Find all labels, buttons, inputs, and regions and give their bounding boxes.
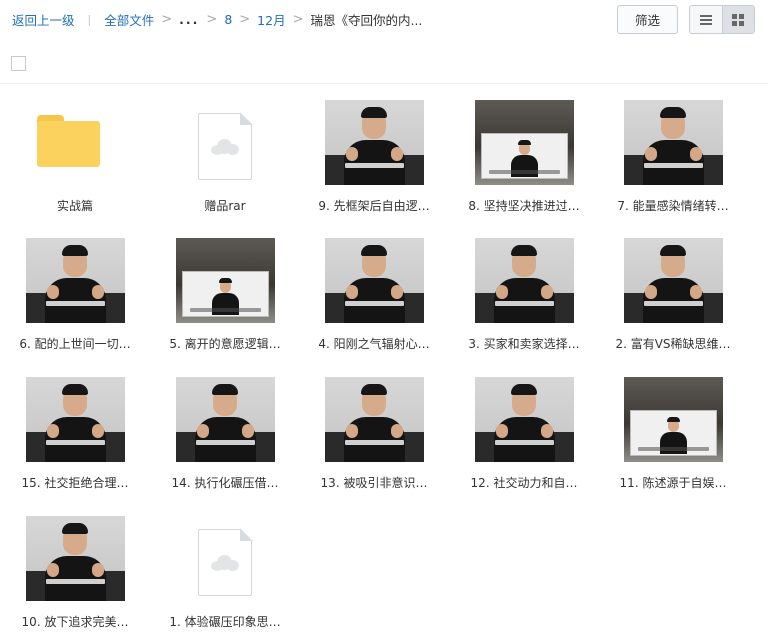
video-thumbnail — [176, 238, 275, 323]
cloud-icon — [211, 139, 239, 155]
file-item[interactable]: 8. 坚持坚决推进过… — [449, 86, 599, 216]
file-item[interactable]: 12. 社交动力和自… — [449, 363, 599, 493]
file-item[interactable]: 1. 体验碾压印象思… — [150, 502, 300, 632]
video-thumbnail — [325, 377, 424, 462]
file-name: 赠品rar — [204, 199, 246, 213]
cloud-icon — [211, 555, 239, 571]
select-all-checkbox[interactable] — [11, 56, 26, 71]
file-item[interactable]: 13. 被吸引非意识… — [299, 363, 449, 493]
file-item[interactable]: 实战篇 — [0, 86, 150, 216]
filter-button[interactable]: 筛选 — [617, 5, 678, 34]
grid-view-icon — [732, 13, 745, 26]
video-thumbnail — [26, 516, 125, 601]
top-bar: 返回上一级 | 全部文件 > ... > 8 > 12月 > 瑞恩《夺回你的内.… — [0, 0, 768, 38]
breadcrumb-ellipsis[interactable]: ... — [179, 12, 199, 27]
chevron-right-icon: > — [206, 12, 218, 27]
video-thumbnail — [624, 100, 723, 185]
video-thumbnail — [624, 377, 723, 462]
breadcrumb-level-1[interactable]: 8 — [224, 12, 232, 27]
breadcrumb-level-2[interactable]: 12月 — [257, 10, 285, 29]
view-toggle — [689, 5, 755, 34]
file-item[interactable]: 3. 买家和卖家选择… — [449, 224, 599, 354]
file-name: 7. 能量感染情绪转… — [617, 199, 729, 213]
file-name: 6. 配的上世间一切… — [19, 337, 131, 351]
file-name: 2. 富有VS稀缺思维… — [615, 337, 731, 351]
list-view-button[interactable] — [690, 6, 722, 33]
video-thumbnail — [26, 377, 125, 462]
file-name: 4. 阳刚之气辐射心… — [318, 337, 430, 351]
file-item[interactable]: 9. 先框架后自由逻… — [299, 86, 449, 216]
video-thumbnail — [475, 238, 574, 323]
file-name: 5. 离开的意愿逻辑… — [169, 337, 281, 351]
file-name: 1. 体验碾压印象思… — [169, 615, 281, 629]
chevron-right-icon: > — [239, 12, 251, 27]
file-name: 10. 放下追求完美… — [21, 615, 129, 629]
file-name: 8. 坚持坚决推进过… — [468, 199, 580, 213]
file-item[interactable]: 15. 社交拒绝合理… — [0, 363, 150, 493]
header-divider — [0, 83, 768, 84]
file-name: 13. 被吸引非意识… — [320, 476, 428, 490]
breadcrumb: 返回上一级 | 全部文件 > ... > 8 > 12月 > 瑞恩《夺回你的内.… — [12, 10, 422, 29]
file-name: 实战篇 — [56, 199, 93, 213]
file-item[interactable]: 2. 富有VS稀缺思维… — [598, 224, 748, 354]
file-name: 15. 社交拒绝合理… — [21, 476, 129, 490]
video-thumbnail — [325, 238, 424, 323]
file-item[interactable]: 4. 阳刚之气辐射心… — [299, 224, 449, 354]
file-item[interactable]: 7. 能量感染情绪转… — [598, 86, 748, 216]
breadcrumb-root[interactable]: 全部文件 — [104, 10, 154, 29]
file-item[interactable]: 14. 执行化碾压借… — [150, 363, 300, 493]
video-thumbnail — [475, 100, 574, 185]
chevron-right-icon: > — [292, 12, 304, 27]
file-name: 14. 执行化碾压借… — [171, 476, 279, 490]
file-item[interactable]: 6. 配的上世间一切… — [0, 224, 150, 354]
video-thumbnail — [624, 238, 723, 323]
video-thumbnail — [475, 377, 574, 462]
video-thumbnail — [176, 377, 275, 462]
file-name: 11. 陈述源于自娱… — [619, 476, 727, 490]
video-thumbnail — [325, 100, 424, 185]
file-name: 3. 买家和卖家选择… — [468, 337, 580, 351]
file-name: 12. 社交动力和自… — [470, 476, 578, 490]
file-icon — [198, 112, 253, 180]
file-item[interactable]: 5. 离开的意愿逻辑… — [150, 224, 300, 354]
file-item[interactable]: 赠品rar — [150, 86, 300, 216]
breadcrumb-current: 瑞恩《夺回你的内... — [310, 13, 423, 28]
chevron-right-icon: > — [161, 12, 173, 27]
file-item[interactable]: 11. 陈述源于自娱… — [598, 363, 748, 493]
file-item[interactable]: 10. 放下追求完美… — [0, 502, 150, 632]
video-thumbnail — [26, 238, 125, 323]
file-icon — [198, 528, 253, 596]
grid-view-button[interactable] — [721, 6, 754, 33]
folder-icon — [37, 115, 100, 167]
list-view-icon — [699, 14, 712, 25]
file-name: 9. 先框架后自由逻… — [318, 199, 430, 213]
back-link[interactable]: 返回上一级 — [12, 10, 75, 29]
breadcrumb-divider: | — [87, 13, 92, 26]
